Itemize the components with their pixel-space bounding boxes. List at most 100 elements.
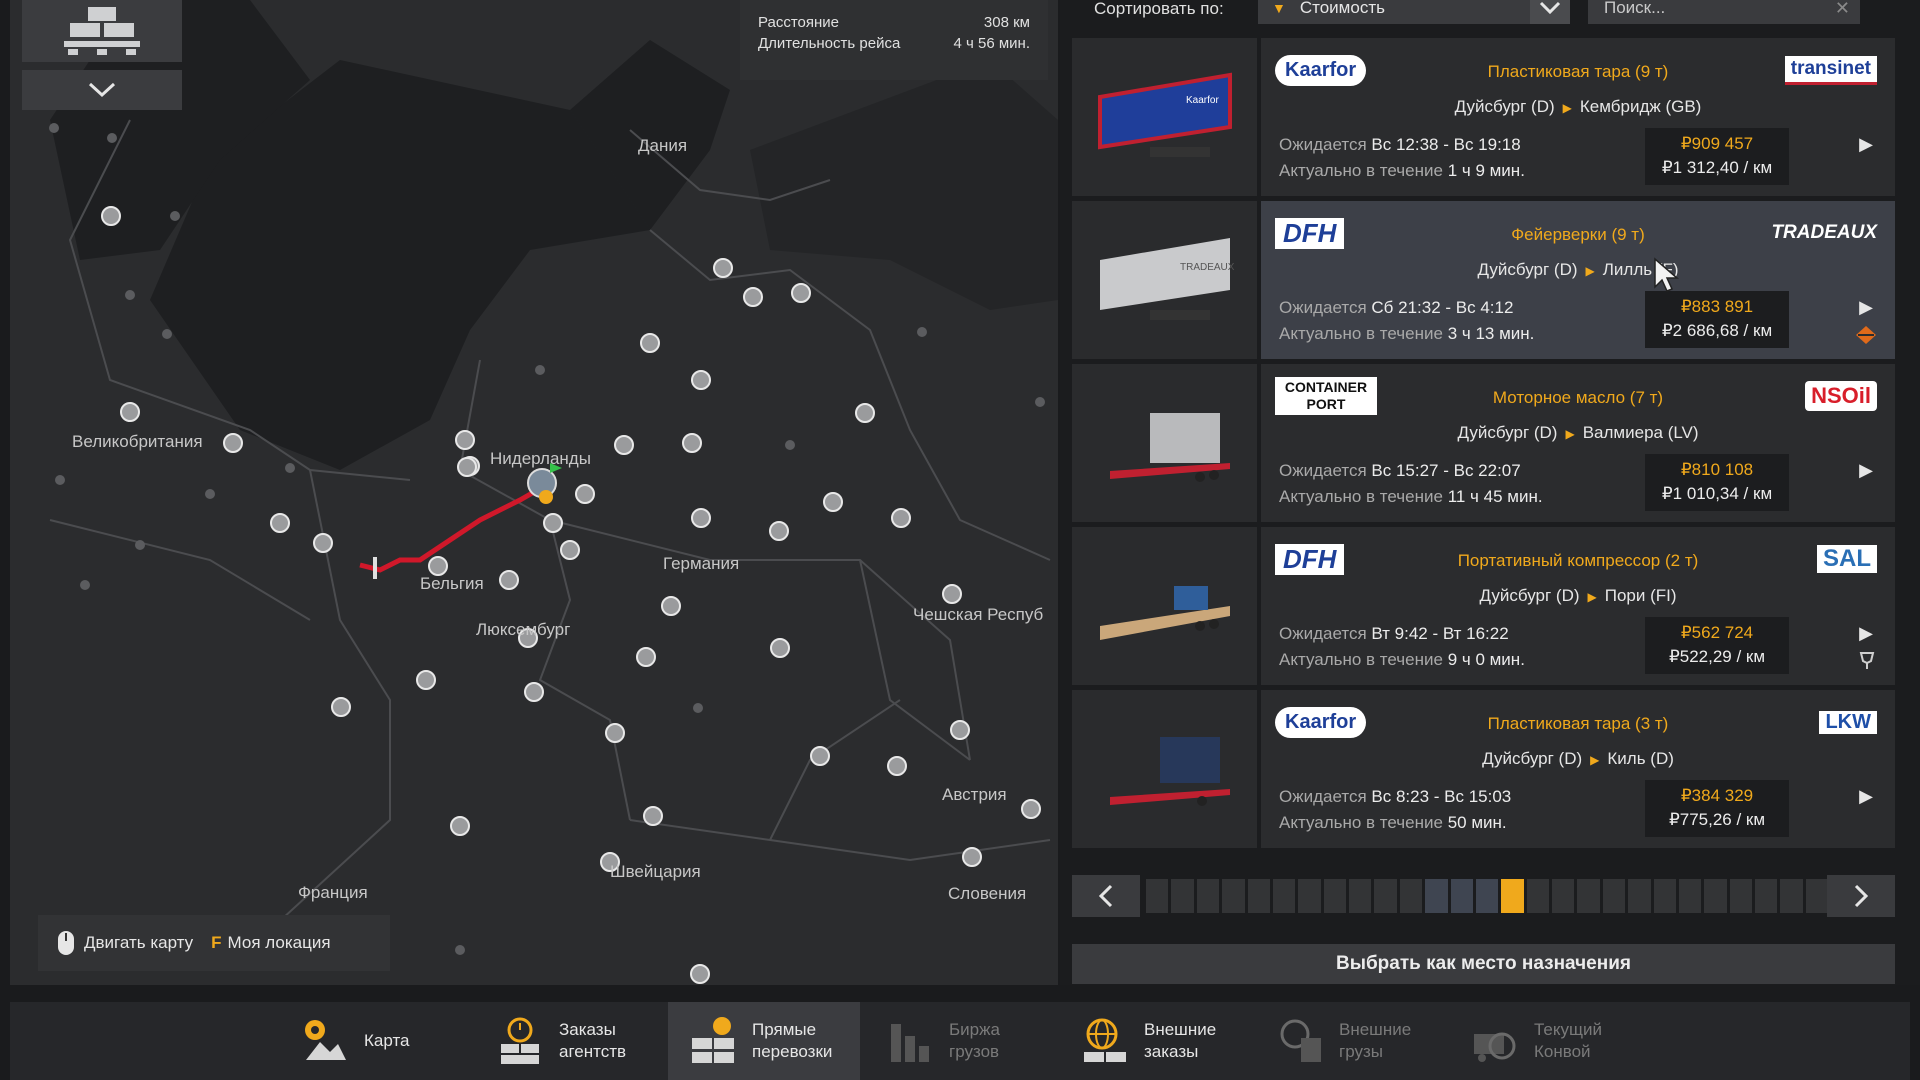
page-segment[interactable] (1450, 879, 1473, 913)
country-label-uk: Великобритания (72, 432, 203, 451)
page-segment[interactable] (1780, 879, 1803, 913)
page-segment[interactable] (1374, 879, 1397, 913)
trailer-image: Kaarfor (1072, 38, 1257, 196)
search-box[interactable]: ✕ (1588, 0, 1860, 24)
page-segment[interactable] (1805, 879, 1829, 913)
freight-market-icon (891, 1024, 929, 1062)
hint-my-location[interactable]: F Моя локация (211, 933, 330, 953)
country-label-slovenia: Словения (948, 884, 1027, 903)
page-segment[interactable] (1399, 879, 1423, 913)
job-item[interactable]: DFH SAL Портативный компрессор (2 т) Дуй… (1072, 527, 1895, 685)
page-segment[interactable] (1526, 879, 1549, 913)
sort-label: Сортировать по: (1094, 0, 1224, 18)
route-text: Дуйсбург (D) ▶ Киль (D) (1261, 749, 1895, 769)
chevron-left-icon (1098, 884, 1113, 908)
valid-time: Актуально в течение 9 ч 0 мин. (1279, 650, 1525, 670)
map-view[interactable]: Расстояние 308 км Длительность рейса 4 ч 5… (10, 0, 1058, 985)
expected-time: Ожидается Вт 9:42 - Вт 16:22 (1279, 624, 1509, 644)
page-segment[interactable] (1247, 879, 1270, 913)
page-segment[interactable] (1602, 879, 1626, 913)
trailer-image (1072, 364, 1257, 522)
valid-value: 1 ч 9 мин. (1447, 161, 1525, 180)
page-segment[interactable] (1704, 879, 1727, 913)
tab-direct-freight-label: Прямые перевозки (752, 1019, 852, 1063)
page-segment[interactable] (1653, 879, 1676, 913)
page-segment[interactable] (1552, 879, 1575, 913)
distance-value: 308 км (983, 14, 1030, 31)
job-item[interactable]: CONTAINER PORT NSOil Моторное масло (7 т… (1072, 364, 1895, 522)
valid-time: Актуально в течение 11 ч 45 мин. (1279, 487, 1543, 507)
next-page-button[interactable] (1827, 875, 1895, 917)
tab-freight-market[interactable]: Биржа грузов (865, 1002, 1055, 1080)
page-segment[interactable] (1349, 879, 1372, 913)
page-segment[interactable] (1196, 879, 1220, 913)
page-segment[interactable] (1298, 879, 1321, 913)
map-layers-button[interactable] (22, 0, 182, 62)
chevron-right-icon[interactable]: ▶ (1859, 134, 1873, 155)
page-segment[interactable] (1628, 879, 1651, 913)
page-segment[interactable] (1323, 879, 1346, 913)
chevron-right-icon[interactable]: ▶ (1859, 623, 1873, 644)
map-canvas[interactable] (10, 0, 1058, 985)
expected-time: Ожидается Вс 8:23 - Вс 15:03 (1279, 787, 1511, 807)
tab-map-label: Карта (364, 1030, 464, 1052)
page-segment[interactable] (1755, 879, 1778, 913)
clear-search-icon[interactable]: ✕ (1835, 0, 1850, 19)
expected-value: Вс 15:27 - Вс 22:07 (1371, 461, 1521, 480)
expected-label: Ожидается (1279, 787, 1367, 806)
tab-direct-freight[interactable]: Прямые перевозки (668, 1002, 860, 1080)
tab-external-jobs[interactable]: Внешние заказы (1060, 1002, 1250, 1080)
collapse-button[interactable] (22, 70, 182, 110)
tab-agency-jobs[interactable]: Заказы агентств (475, 1002, 665, 1080)
country-label-luxembourg: Люксембург (476, 620, 571, 639)
sort-select[interactable]: ▼ Стоимость (1258, 0, 1530, 24)
page-segment[interactable] (1729, 879, 1752, 913)
tab-freight-market-label: Биржа грузов (949, 1019, 1049, 1063)
hint-my-location-label: Моя локация (227, 933, 331, 952)
chevron-right-icon[interactable]: ▶ (1859, 297, 1873, 318)
page-segment[interactable] (1146, 879, 1169, 913)
tab-label-line1: Биржа (949, 1020, 1000, 1039)
hint-move-map-label: Двигать карту (84, 933, 194, 952)
route-text: Дуйсбург (D) ▶ Валмиера (LV) (1261, 423, 1895, 443)
page-segment-current[interactable] (1501, 879, 1524, 913)
tab-label-line1: Внешние (1339, 1020, 1412, 1039)
route-from: Дуйсбург (D) (1477, 260, 1578, 279)
price-box: ₽810 108 ₽1 010,34 / км (1645, 454, 1789, 511)
job-item[interactable]: Kaarfor LKW Пластиковая тара (3 т) Дуйсб… (1072, 690, 1895, 848)
tab-map[interactable]: Карта (280, 1002, 470, 1080)
arrow-right-icon: ▶ (1590, 753, 1600, 767)
route-to: Кембридж (GB) (1579, 97, 1702, 116)
price-per-km: ₽1 312,40 / км (1661, 158, 1773, 177)
valid-label: Актуально в течение (1279, 650, 1443, 669)
prev-page-button[interactable] (1072, 875, 1140, 917)
expected-value: Сб 21:32 - Вс 4:12 (1371, 298, 1514, 317)
expected-value: Вс 8:23 - Вс 15:03 (1371, 787, 1512, 806)
job-item[interactable]: Kaarfor Kaarfor transinet Пластиковая та… (1072, 38, 1895, 196)
page-segment[interactable] (1425, 879, 1448, 913)
sort-dropdown-button[interactable] (1530, 0, 1570, 24)
bottom-tab-bar: Карта Заказы агентств Прямые перевозки Бир… (10, 1002, 1910, 1080)
valid-label: Актуально в течение (1279, 813, 1443, 832)
boxes-icon (692, 1017, 734, 1063)
tab-label-line2: перевозки (752, 1042, 833, 1061)
job-item[interactable]: TRADEAUX DFH TRADEAUX Фейерверки (9 т) Д… (1072, 201, 1895, 359)
tab-label-line1: Заказы (559, 1020, 616, 1039)
page-segment[interactable] (1678, 879, 1702, 913)
route-text: Дуйсбург (D) ▶ Кембридж (GB) (1261, 97, 1895, 117)
page-segment[interactable] (1171, 879, 1194, 913)
page-segment[interactable] (1475, 879, 1499, 913)
distance-label: Расстояние (758, 14, 840, 31)
search-input[interactable] (1602, 0, 1826, 19)
arrow-right-icon: ▶ (1562, 101, 1572, 115)
tab-current-convoy[interactable]: Текущий Конвой (1450, 1002, 1640, 1080)
expected-value: Вт 9:42 - Вт 16:22 (1371, 624, 1509, 643)
page-segment[interactable] (1222, 879, 1245, 913)
tab-external-cargo[interactable]: Внешние грузы (1255, 1002, 1445, 1080)
chevron-right-icon[interactable]: ▶ (1859, 786, 1873, 807)
price-per-km: ₽2 686,68 / км (1661, 321, 1773, 340)
select-destination-button[interactable]: Выбрать как место назначения (1072, 944, 1895, 984)
page-segment[interactable] (1577, 879, 1600, 913)
chevron-right-icon[interactable]: ▶ (1859, 460, 1873, 481)
page-segment[interactable] (1272, 879, 1296, 913)
